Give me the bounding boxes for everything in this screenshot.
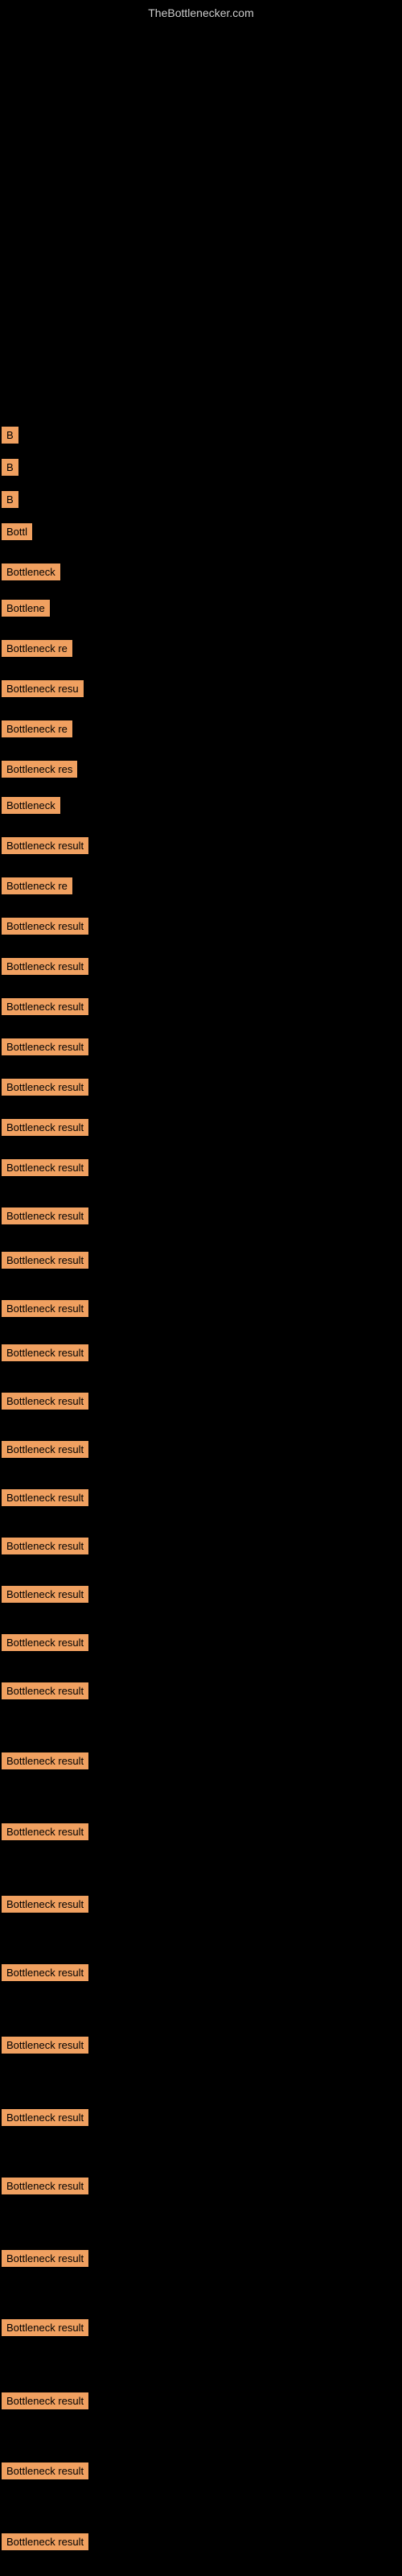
result-label-29[interactable]: Bottleneck result: [2, 1586, 88, 1603]
result-row-5: Bottleneck: [2, 564, 60, 580]
result-row-9: Bottleneck re: [2, 720, 72, 737]
page-container: TheBottlenecker.com BBBBottlBottleneckBo…: [0, 0, 402, 2576]
result-label-12[interactable]: Bottleneck result: [2, 837, 88, 854]
result-row-43: Bottleneck result: [2, 2533, 88, 2550]
result-row-22: Bottleneck result: [2, 1252, 88, 1269]
result-label-35[interactable]: Bottleneck result: [2, 1964, 88, 1981]
result-label-37[interactable]: Bottleneck result: [2, 2109, 88, 2126]
result-label-9[interactable]: Bottleneck re: [2, 720, 72, 737]
result-label-16[interactable]: Bottleneck result: [2, 998, 88, 1015]
result-label-23[interactable]: Bottleneck result: [2, 1300, 88, 1317]
result-row-15: Bottleneck result: [2, 958, 88, 975]
result-row-20: Bottleneck result: [2, 1159, 88, 1176]
result-row-39: Bottleneck result: [2, 2250, 88, 2267]
result-label-10[interactable]: Bottleneck res: [2, 761, 77, 778]
result-label-25[interactable]: Bottleneck result: [2, 1393, 88, 1410]
result-row-28: Bottleneck result: [2, 1538, 88, 1554]
result-row-40: Bottleneck result: [2, 2319, 88, 2336]
result-row-30: Bottleneck result: [2, 1634, 88, 1651]
result-row-13: Bottleneck re: [2, 877, 72, 894]
result-row-14: Bottleneck result: [2, 918, 88, 935]
result-label-33[interactable]: Bottleneck result: [2, 1823, 88, 1840]
result-row-12: Bottleneck result: [2, 837, 88, 854]
result-label-40[interactable]: Bottleneck result: [2, 2319, 88, 2336]
result-row-38: Bottleneck result: [2, 2178, 88, 2194]
result-row-21: Bottleneck result: [2, 1208, 88, 1224]
site-title-text: TheBottlenecker.com: [148, 6, 254, 19]
result-row-1: B: [2, 427, 18, 444]
result-label-20[interactable]: Bottleneck result: [2, 1159, 88, 1176]
result-row-8: Bottleneck resu: [2, 680, 84, 697]
result-row-37: Bottleneck result: [2, 2109, 88, 2126]
result-label-32[interactable]: Bottleneck result: [2, 1752, 88, 1769]
result-row-33: Bottleneck result: [2, 1823, 88, 1840]
result-row-2: B: [2, 459, 18, 476]
result-row-32: Bottleneck result: [2, 1752, 88, 1769]
result-label-7[interactable]: Bottleneck re: [2, 640, 72, 657]
result-row-18: Bottleneck result: [2, 1079, 88, 1096]
result-row-29: Bottleneck result: [2, 1586, 88, 1603]
result-label-27[interactable]: Bottleneck result: [2, 1489, 88, 1506]
result-label-31[interactable]: Bottleneck result: [2, 1682, 88, 1699]
result-label-18[interactable]: Bottleneck result: [2, 1079, 88, 1096]
result-row-41: Bottleneck result: [2, 2392, 88, 2409]
result-label-2[interactable]: B: [2, 459, 18, 476]
result-label-42[interactable]: Bottleneck result: [2, 2462, 88, 2479]
result-label-3[interactable]: B: [2, 491, 18, 508]
result-label-22[interactable]: Bottleneck result: [2, 1252, 88, 1269]
result-row-34: Bottleneck result: [2, 1896, 88, 1913]
result-row-19: Bottleneck result: [2, 1119, 88, 1136]
result-row-26: Bottleneck result: [2, 1441, 88, 1458]
result-label-11[interactable]: Bottleneck: [2, 797, 60, 814]
result-label-17[interactable]: Bottleneck result: [2, 1038, 88, 1055]
result-label-21[interactable]: Bottleneck result: [2, 1208, 88, 1224]
result-label-28[interactable]: Bottleneck result: [2, 1538, 88, 1554]
result-row-3: B: [2, 491, 18, 508]
result-row-4: Bottl: [2, 523, 32, 540]
result-row-23: Bottleneck result: [2, 1300, 88, 1317]
result-label-39[interactable]: Bottleneck result: [2, 2250, 88, 2267]
result-row-7: Bottleneck re: [2, 640, 72, 657]
result-label-14[interactable]: Bottleneck result: [2, 918, 88, 935]
result-row-11: Bottleneck: [2, 797, 60, 814]
result-label-36[interactable]: Bottleneck result: [2, 2037, 88, 2054]
result-label-38[interactable]: Bottleneck result: [2, 2178, 88, 2194]
result-row-24: Bottleneck result: [2, 1344, 88, 1361]
result-label-24[interactable]: Bottleneck result: [2, 1344, 88, 1361]
result-row-35: Bottleneck result: [2, 1964, 88, 1981]
result-label-6[interactable]: Bottlene: [2, 600, 50, 617]
result-label-4[interactable]: Bottl: [2, 523, 32, 540]
result-label-19[interactable]: Bottleneck result: [2, 1119, 88, 1136]
result-label-8[interactable]: Bottleneck resu: [2, 680, 84, 697]
result-label-15[interactable]: Bottleneck result: [2, 958, 88, 975]
result-label-30[interactable]: Bottleneck result: [2, 1634, 88, 1651]
result-row-10: Bottleneck res: [2, 761, 77, 778]
result-row-17: Bottleneck result: [2, 1038, 88, 1055]
result-row-42: Bottleneck result: [2, 2462, 88, 2479]
result-row-25: Bottleneck result: [2, 1393, 88, 1410]
result-label-5[interactable]: Bottleneck: [2, 564, 60, 580]
result-label-13[interactable]: Bottleneck re: [2, 877, 72, 894]
result-label-41[interactable]: Bottleneck result: [2, 2392, 88, 2409]
result-label-1[interactable]: B: [2, 427, 18, 444]
result-label-26[interactable]: Bottleneck result: [2, 1441, 88, 1458]
result-label-43[interactable]: Bottleneck result: [2, 2533, 88, 2550]
result-row-16: Bottleneck result: [2, 998, 88, 1015]
result-row-6: Bottlene: [2, 600, 50, 617]
result-label-34[interactable]: Bottleneck result: [2, 1896, 88, 1913]
result-row-31: Bottleneck result: [2, 1682, 88, 1699]
result-row-27: Bottleneck result: [2, 1489, 88, 1506]
result-row-36: Bottleneck result: [2, 2037, 88, 2054]
site-title: TheBottlenecker.com: [0, 0, 402, 21]
